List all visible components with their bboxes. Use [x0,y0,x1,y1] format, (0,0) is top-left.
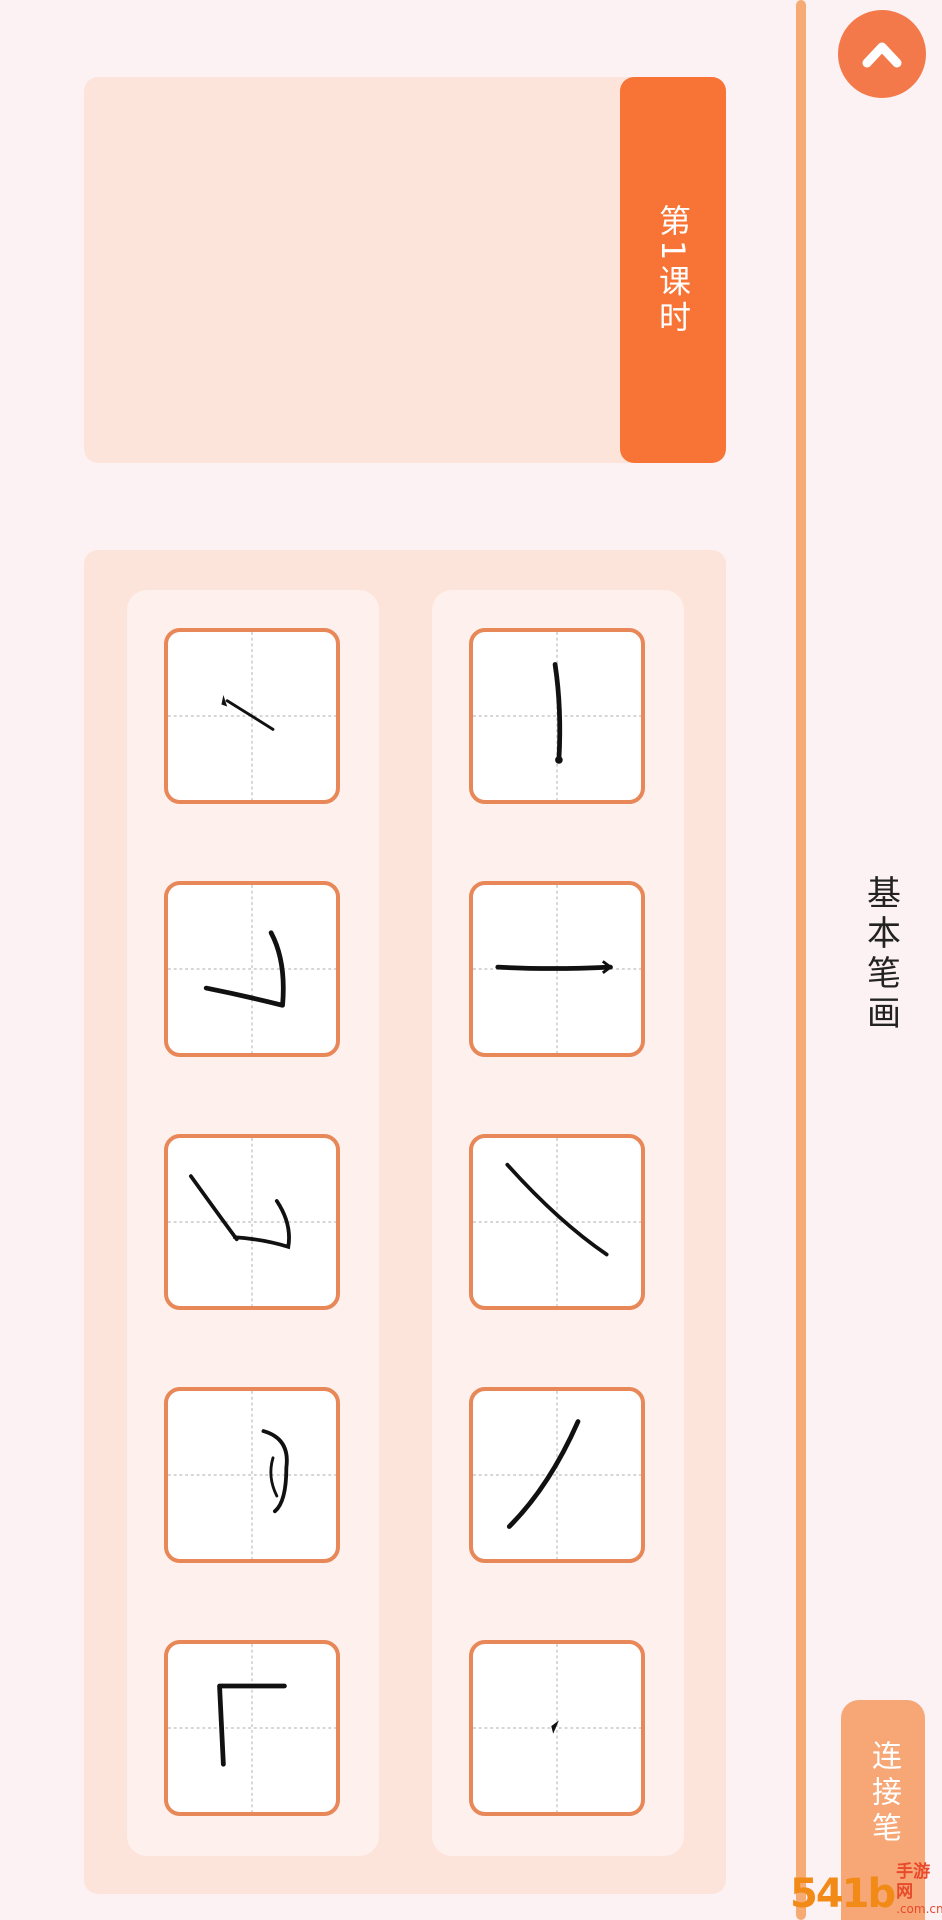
stroke-hengpie-icon [168,1138,336,1306]
lesson-tab[interactable]: 第1课时 [620,77,726,463]
collapse-up-button[interactable] [838,10,926,98]
stroke-heng-icon [473,632,641,800]
watermark-bottom: .com.cn [896,1902,942,1916]
stroke-cell-hengzhe[interactable] [164,881,340,1057]
stroke-cell-hengzhegou[interactable] [164,1387,340,1563]
watermark-mid: 1b [841,1871,896,1917]
stroke-pie-icon [473,1138,641,1306]
section-title-text: 基本笔画 [860,875,901,1035]
watermark-main: 54 [790,1871,844,1917]
connect-strokes-label: 连接笔 [866,1740,901,1848]
lesson-tab-label: 第1课时 [654,203,692,337]
stroke-shuzhe-icon [168,1644,336,1812]
stroke-cell-heng[interactable] [469,628,645,804]
stroke-cell-shuzhe[interactable] [164,1640,340,1816]
stroke-na-icon [473,1391,641,1559]
stroke-cell-dian[interactable] [469,1640,645,1816]
sidebar-divider [796,0,806,1920]
stroke-cell-hengpie[interactable] [164,1134,340,1310]
stroke-dian-icon [473,1644,641,1812]
stroke-hengzhegou-icon [168,1391,336,1559]
watermark-top: 手游网 [896,1862,931,1902]
stroke-cell-ti[interactable] [164,628,340,804]
chevron-up-icon [862,42,902,68]
section-title: 基本笔画 [836,865,926,1045]
stroke-hengzhe-icon [168,885,336,1053]
stroke-cell-na[interactable] [469,1387,645,1563]
stroke-ti-icon [168,632,336,800]
stroke-cell-pie[interactable] [469,1134,645,1310]
stroke-shu-icon [473,885,641,1053]
stroke-cell-shu[interactable] [469,881,645,1057]
site-watermark-logo: 54 1b 手游网 .com.cn [790,1862,942,1917]
